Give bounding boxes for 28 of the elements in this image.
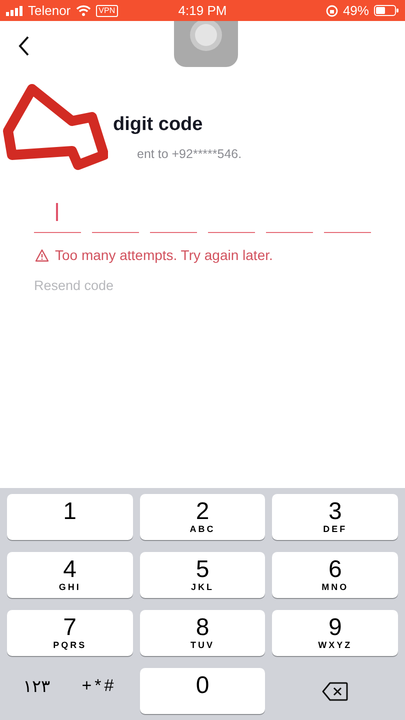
keypad-key[interactable]: 3 DEF	[272, 494, 398, 540]
carrier-name: Telenor	[28, 3, 71, 18]
warning-icon	[35, 248, 49, 262]
keypad-key[interactable]: 6 MNO	[272, 552, 398, 598]
symbol-key[interactable]: +*#	[82, 676, 117, 696]
backspace-icon[interactable]	[322, 682, 348, 700]
page-title: digit code	[113, 114, 204, 136]
code-sent-text: ent to +92*****546.	[137, 147, 243, 161]
battery-icon	[374, 5, 399, 16]
status-time: 4:19 PM	[178, 3, 227, 18]
keypad-key[interactable]: 7 PQRS	[7, 610, 133, 656]
keypad-key[interactable]: 8 TUV	[140, 610, 266, 656]
keypad-key[interactable]: 9 WXYZ	[272, 610, 398, 656]
code-digit-field[interactable]	[34, 200, 81, 233]
keypad-key[interactable]: 0	[140, 668, 266, 714]
error-message: Too many attempts. Try again later.	[55, 247, 273, 263]
battery-percent: 49%	[342, 3, 369, 18]
keypad-key[interactable]: 2 ABC	[140, 494, 266, 540]
keypad-key[interactable]: 1	[7, 494, 133, 540]
assistive-touch-icon[interactable]	[174, 21, 238, 67]
symbol-key[interactable]: ١٢٣	[22, 676, 50, 697]
back-icon[interactable]	[18, 36, 30, 56]
orientation-lock-icon	[326, 4, 338, 16]
vpn-badge: VPN	[96, 4, 118, 16]
signal-icon	[6, 6, 23, 16]
wifi-icon	[76, 5, 91, 16]
keypad-key[interactable]: 4 GHI	[7, 552, 133, 598]
keypad-key[interactable]: 5 JKL	[140, 552, 266, 598]
